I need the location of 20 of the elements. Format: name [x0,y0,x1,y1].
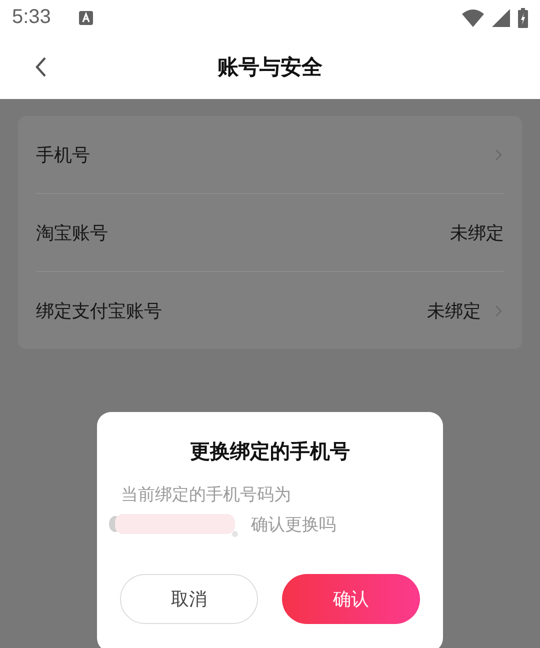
keyboard-notification-icon [78,10,93,24]
dialog-message: 确认更换吗 [251,514,336,536]
dialog-message: 当前绑定的手机号码为 [121,484,291,506]
signal-icon [492,8,510,26]
row-label: 淘宝账号 [36,222,108,244]
row-value: 未绑定 [450,222,504,244]
settings-row[interactable]: 绑定支付宝账号 未绑定 [36,272,504,349]
page-title: 账号与安全 [218,54,322,81]
confirm-button[interactable]: 确认 [282,574,420,624]
back-icon[interactable] [35,56,47,78]
settings-row[interactable]: 手机号 [36,116,504,194]
row-label: 手机号 [36,144,90,166]
settings-row[interactable]: 淘宝账号 未绑定 [36,194,504,272]
wifi-icon [462,8,484,26]
status-time: 5:33 [12,6,51,29]
row-label: 绑定支付宝账号 [36,300,162,322]
dialog-title: 更换绑定的手机号 [190,438,350,465]
cancel-button[interactable]: 取消 [120,574,258,624]
row-value: 未绑定 [427,300,481,322]
battery-icon [518,8,528,28]
